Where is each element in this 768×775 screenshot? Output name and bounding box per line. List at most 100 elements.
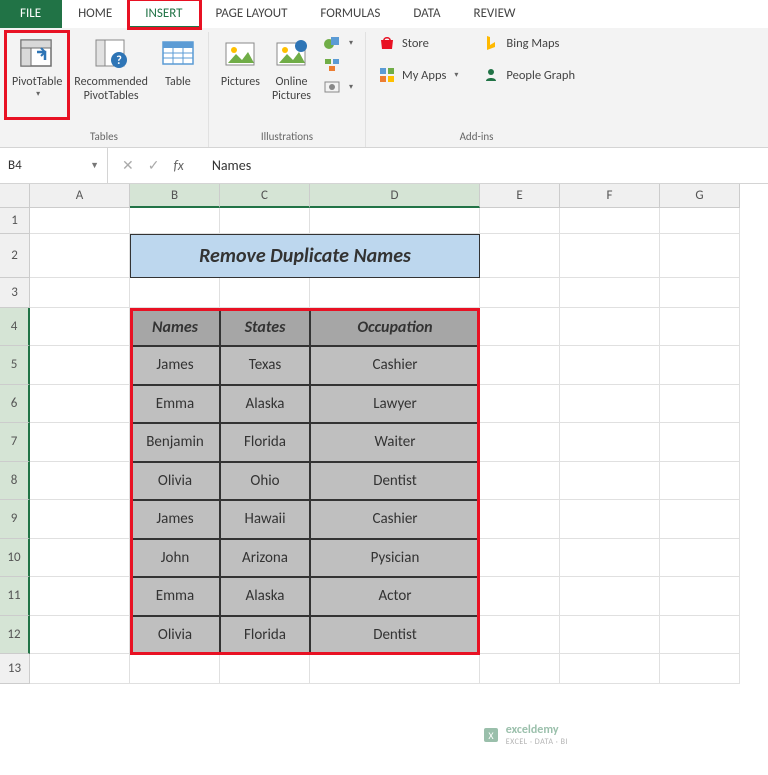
cell[interactable] (660, 577, 740, 616)
table-cell[interactable]: Waiter (310, 423, 480, 462)
cell[interactable] (480, 208, 560, 234)
row-header[interactable]: 4 (0, 308, 30, 346)
row-header[interactable]: 10 (0, 539, 30, 578)
table-cell[interactable]: Cashier (310, 346, 480, 385)
row-header[interactable]: 6 (0, 385, 30, 424)
cell[interactable] (560, 278, 660, 308)
table-cell[interactable]: Hawaii (220, 500, 310, 539)
cell[interactable] (30, 654, 130, 684)
table-header[interactable]: Names (130, 308, 220, 346)
table-cell[interactable]: Emma (130, 385, 220, 424)
table-cell[interactable]: Lawyer (310, 385, 480, 424)
col-header[interactable]: G (660, 184, 740, 208)
cell[interactable] (560, 208, 660, 234)
cell[interactable] (560, 539, 660, 578)
cell[interactable] (560, 234, 660, 278)
people-graph-button[interactable]: People Graph (482, 66, 575, 84)
cell[interactable] (660, 278, 740, 308)
col-header[interactable]: A (30, 184, 130, 208)
table-cell[interactable]: Actor (310, 577, 480, 616)
cell[interactable] (660, 208, 740, 234)
cell[interactable] (560, 462, 660, 501)
cell[interactable] (220, 654, 310, 684)
row-header[interactable]: 13 (0, 654, 30, 684)
cell[interactable] (660, 308, 740, 346)
col-header[interactable]: C (220, 184, 310, 208)
table-cell[interactable]: Pysician (310, 539, 480, 578)
cell[interactable] (480, 278, 560, 308)
cell[interactable] (660, 539, 740, 578)
table-cell[interactable]: James (130, 500, 220, 539)
tab-insert[interactable]: INSERT (129, 0, 199, 28)
cell[interactable] (480, 462, 560, 501)
cell[interactable] (310, 208, 480, 234)
row-header[interactable]: 3 (0, 278, 30, 308)
cell[interactable] (30, 278, 130, 308)
cell[interactable] (30, 462, 130, 501)
pictures-button[interactable]: Pictures (215, 32, 266, 118)
cell[interactable] (480, 346, 560, 385)
row-header[interactable]: 12 (0, 616, 30, 655)
name-box[interactable]: B4 ▼ (0, 148, 108, 183)
table-cell[interactable]: Dentist (310, 462, 480, 501)
bing-maps-button[interactable]: Bing Maps (482, 34, 575, 52)
table-header[interactable]: States (220, 308, 310, 346)
row-header[interactable]: 9 (0, 500, 30, 539)
col-header[interactable]: B (130, 184, 220, 208)
cell[interactable] (30, 539, 130, 578)
table-cell[interactable]: Florida (220, 423, 310, 462)
table-cell[interactable]: Arizona (220, 539, 310, 578)
table-header[interactable]: Occupation (310, 308, 480, 346)
cell[interactable] (480, 539, 560, 578)
row-header[interactable]: 8 (0, 462, 30, 501)
table-button[interactable]: Table (154, 32, 202, 118)
cell[interactable] (480, 577, 560, 616)
cell[interactable] (480, 616, 560, 655)
cell[interactable] (30, 423, 130, 462)
table-cell[interactable]: Texas (220, 346, 310, 385)
cell[interactable] (30, 577, 130, 616)
row-header[interactable]: 5 (0, 346, 30, 385)
row-header[interactable]: 11 (0, 577, 30, 616)
my-apps-button[interactable]: My Apps▾ (378, 66, 458, 84)
row-header[interactable]: 1 (0, 208, 30, 234)
cell[interactable] (130, 654, 220, 684)
cell[interactable] (560, 308, 660, 346)
cell[interactable] (560, 654, 660, 684)
cancel-icon[interactable]: ✕ (122, 157, 134, 174)
table-cell[interactable]: James (130, 346, 220, 385)
col-header[interactable]: D (310, 184, 480, 208)
cell[interactable] (660, 346, 740, 385)
table-cell[interactable]: Alaska (220, 385, 310, 424)
cell[interactable] (660, 616, 740, 655)
cell[interactable] (660, 500, 740, 539)
pivot-table-button[interactable]: PivotTable ▾ (6, 32, 68, 118)
cell[interactable] (480, 654, 560, 684)
cell[interactable] (30, 500, 130, 539)
table-cell[interactable]: Cashier (310, 500, 480, 539)
spreadsheet-grid[interactable]: A B C D E F G 1 2 Remove Duplicate Names… (0, 184, 768, 684)
cell[interactable] (30, 616, 130, 655)
cell[interactable] (480, 385, 560, 424)
cell[interactable] (660, 234, 740, 278)
cell[interactable] (130, 208, 220, 234)
cell[interactable] (220, 278, 310, 308)
cell[interactable] (560, 616, 660, 655)
cell[interactable] (480, 500, 560, 539)
table-cell[interactable]: Emma (130, 577, 220, 616)
cell[interactable] (660, 462, 740, 501)
cell[interactable] (480, 423, 560, 462)
col-header[interactable]: E (480, 184, 560, 208)
tab-review[interactable]: REVIEW (458, 0, 533, 28)
screenshot-button[interactable]: ▾ (323, 78, 353, 96)
cell[interactable] (660, 385, 740, 424)
store-button[interactable]: Store (378, 34, 458, 52)
cell[interactable] (310, 278, 480, 308)
cell[interactable] (560, 346, 660, 385)
cell[interactable] (480, 308, 560, 346)
row-header[interactable]: 7 (0, 423, 30, 462)
cell[interactable] (560, 500, 660, 539)
cell[interactable] (560, 385, 660, 424)
cell[interactable] (560, 577, 660, 616)
table-cell[interactable]: Florida (220, 616, 310, 655)
